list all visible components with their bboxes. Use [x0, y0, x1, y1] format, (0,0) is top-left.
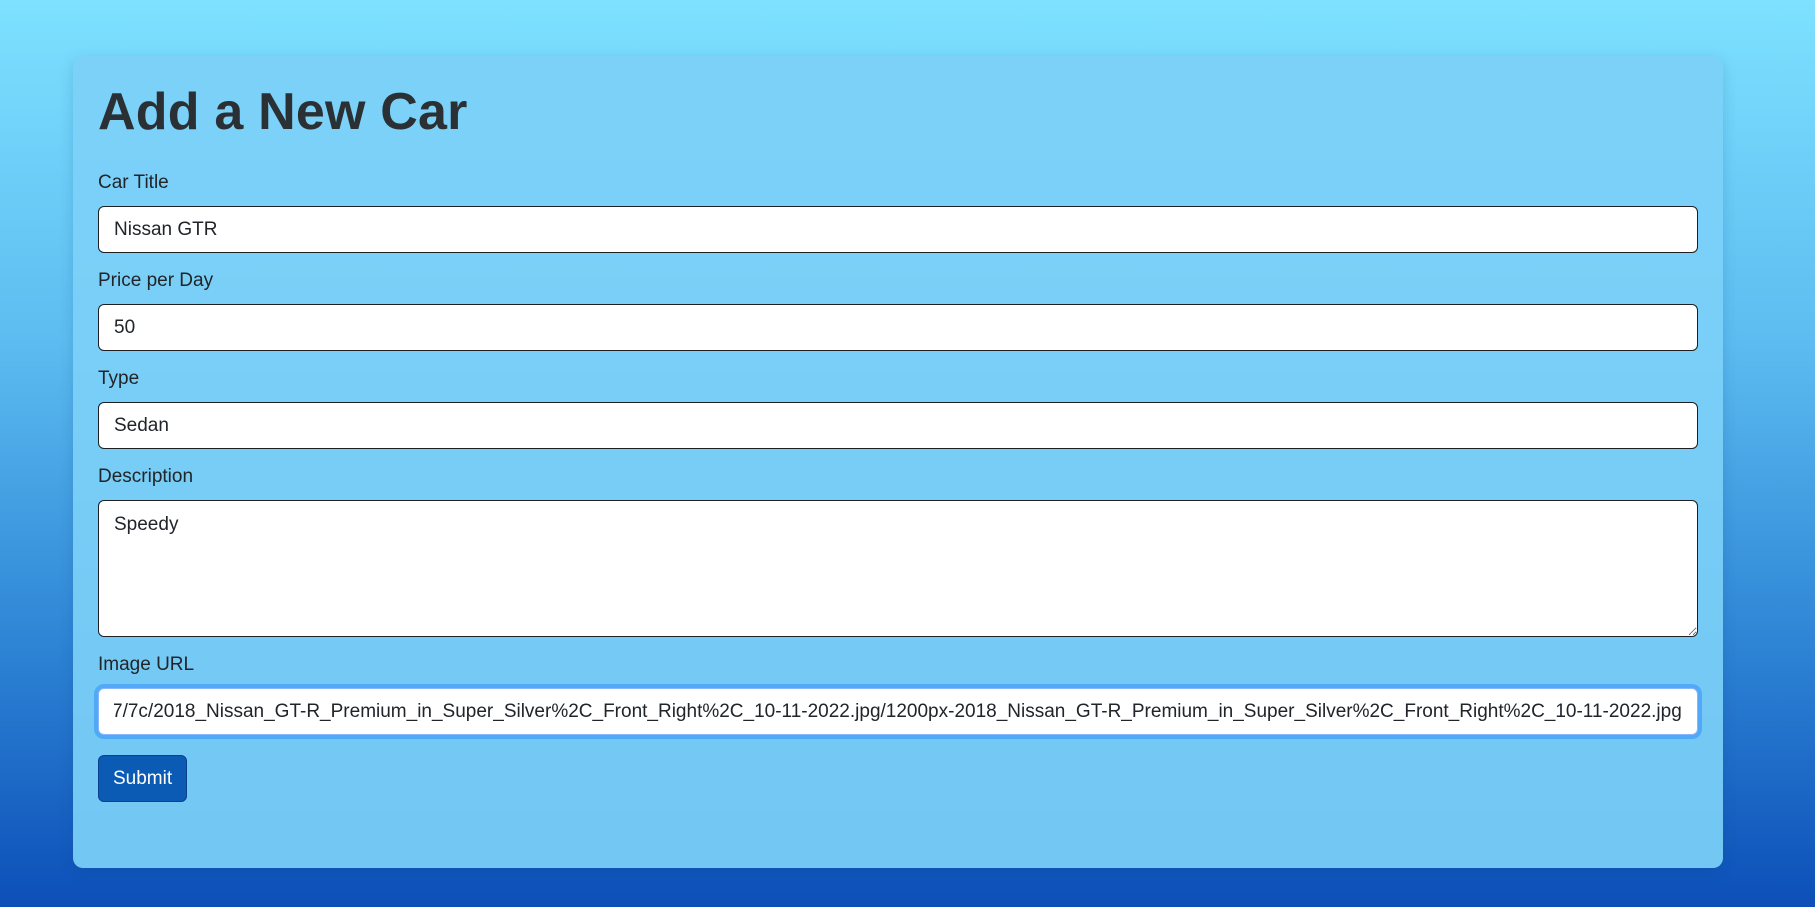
- price-per-day-field: Price per Day: [98, 270, 1698, 351]
- add-car-form: Car Title Price per Day Type Description…: [98, 172, 1698, 802]
- price-per-day-input[interactable]: [98, 304, 1698, 351]
- car-title-field: Car Title: [98, 172, 1698, 253]
- add-car-card: Add a New Car Car Title Price per Day Ty…: [73, 56, 1723, 868]
- car-title-input[interactable]: [98, 206, 1698, 253]
- car-title-label: Car Title: [98, 172, 169, 193]
- image-url-label: Image URL: [98, 654, 195, 675]
- type-input[interactable]: [98, 402, 1698, 449]
- page-title: Add a New Car: [98, 83, 468, 141]
- description-label: Description: [98, 466, 194, 487]
- type-label: Type: [98, 368, 140, 389]
- price-per-day-label: Price per Day: [98, 270, 214, 291]
- image-url-input[interactable]: [98, 688, 1698, 735]
- type-field: Type: [98, 368, 1698, 449]
- description-field: Description Speedy: [98, 466, 1698, 637]
- submit-button[interactable]: Submit: [98, 755, 188, 802]
- description-textarea[interactable]: Speedy: [98, 500, 1698, 637]
- image-url-field: Image URL: [98, 654, 1698, 735]
